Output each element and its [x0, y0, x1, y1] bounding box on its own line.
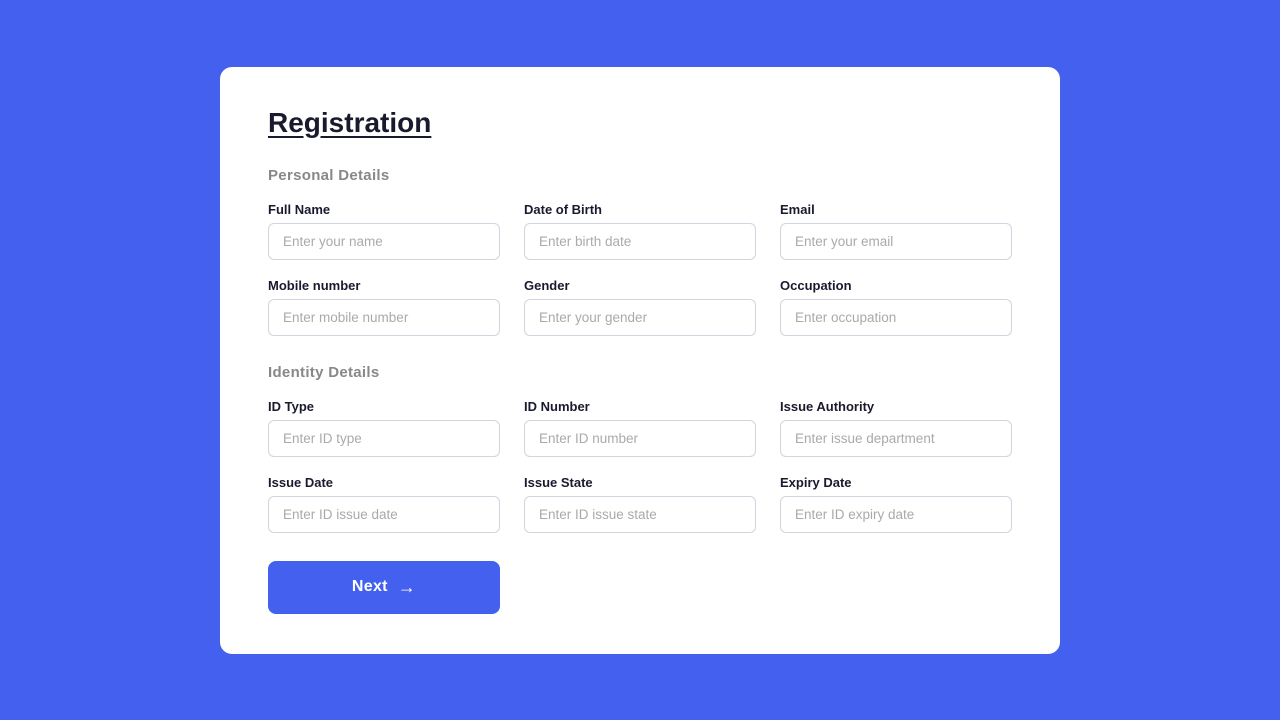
input-occupation[interactable]	[780, 299, 1012, 336]
label-id-number: ID Number	[524, 399, 756, 414]
identity-details-title: Identity Details	[268, 364, 1012, 381]
identity-details-grid: ID Type ID Number Issue Authority Issue …	[268, 399, 1012, 533]
label-full-name: Full Name	[268, 202, 500, 217]
input-mobile[interactable]	[268, 299, 500, 336]
field-mobile: Mobile number	[268, 278, 500, 336]
input-issue-date[interactable]	[268, 496, 500, 533]
identity-details-section: Identity Details ID Type ID Number Issue…	[268, 364, 1012, 533]
input-id-type[interactable]	[268, 420, 500, 457]
input-gender[interactable]	[524, 299, 756, 336]
input-expiry-date[interactable]	[780, 496, 1012, 533]
personal-details-title: Personal Details	[268, 167, 1012, 184]
input-full-name[interactable]	[268, 223, 500, 260]
field-gender: Gender	[524, 278, 756, 336]
input-id-number[interactable]	[524, 420, 756, 457]
field-issue-authority: Issue Authority	[780, 399, 1012, 457]
label-expiry-date: Expiry Date	[780, 475, 1012, 490]
label-dob: Date of Birth	[524, 202, 756, 217]
field-occupation: Occupation	[780, 278, 1012, 336]
field-issue-date: Issue Date	[268, 475, 500, 533]
field-id-number: ID Number	[524, 399, 756, 457]
page-title: Registration	[268, 107, 1012, 139]
label-occupation: Occupation	[780, 278, 1012, 293]
field-email: Email	[780, 202, 1012, 260]
input-issue-state[interactable]	[524, 496, 756, 533]
field-full-name: Full Name	[268, 202, 500, 260]
next-button[interactable]: Next →	[268, 561, 500, 614]
arrow-right-icon: →	[398, 577, 416, 598]
field-dob: Date of Birth	[524, 202, 756, 260]
input-issue-authority[interactable]	[780, 420, 1012, 457]
label-email: Email	[780, 202, 1012, 217]
registration-card: Registration Personal Details Full Name …	[220, 67, 1060, 654]
label-mobile: Mobile number	[268, 278, 500, 293]
label-issue-authority: Issue Authority	[780, 399, 1012, 414]
label-id-type: ID Type	[268, 399, 500, 414]
field-id-type: ID Type	[268, 399, 500, 457]
input-email[interactable]	[780, 223, 1012, 260]
next-button-label: Next	[352, 578, 388, 596]
field-issue-state: Issue State	[524, 475, 756, 533]
personal-details-grid: Full Name Date of Birth Email Mobile num…	[268, 202, 1012, 336]
label-gender: Gender	[524, 278, 756, 293]
personal-details-section: Personal Details Full Name Date of Birth…	[268, 167, 1012, 336]
field-expiry-date: Expiry Date	[780, 475, 1012, 533]
label-issue-date: Issue Date	[268, 475, 500, 490]
label-issue-state: Issue State	[524, 475, 756, 490]
input-dob[interactable]	[524, 223, 756, 260]
